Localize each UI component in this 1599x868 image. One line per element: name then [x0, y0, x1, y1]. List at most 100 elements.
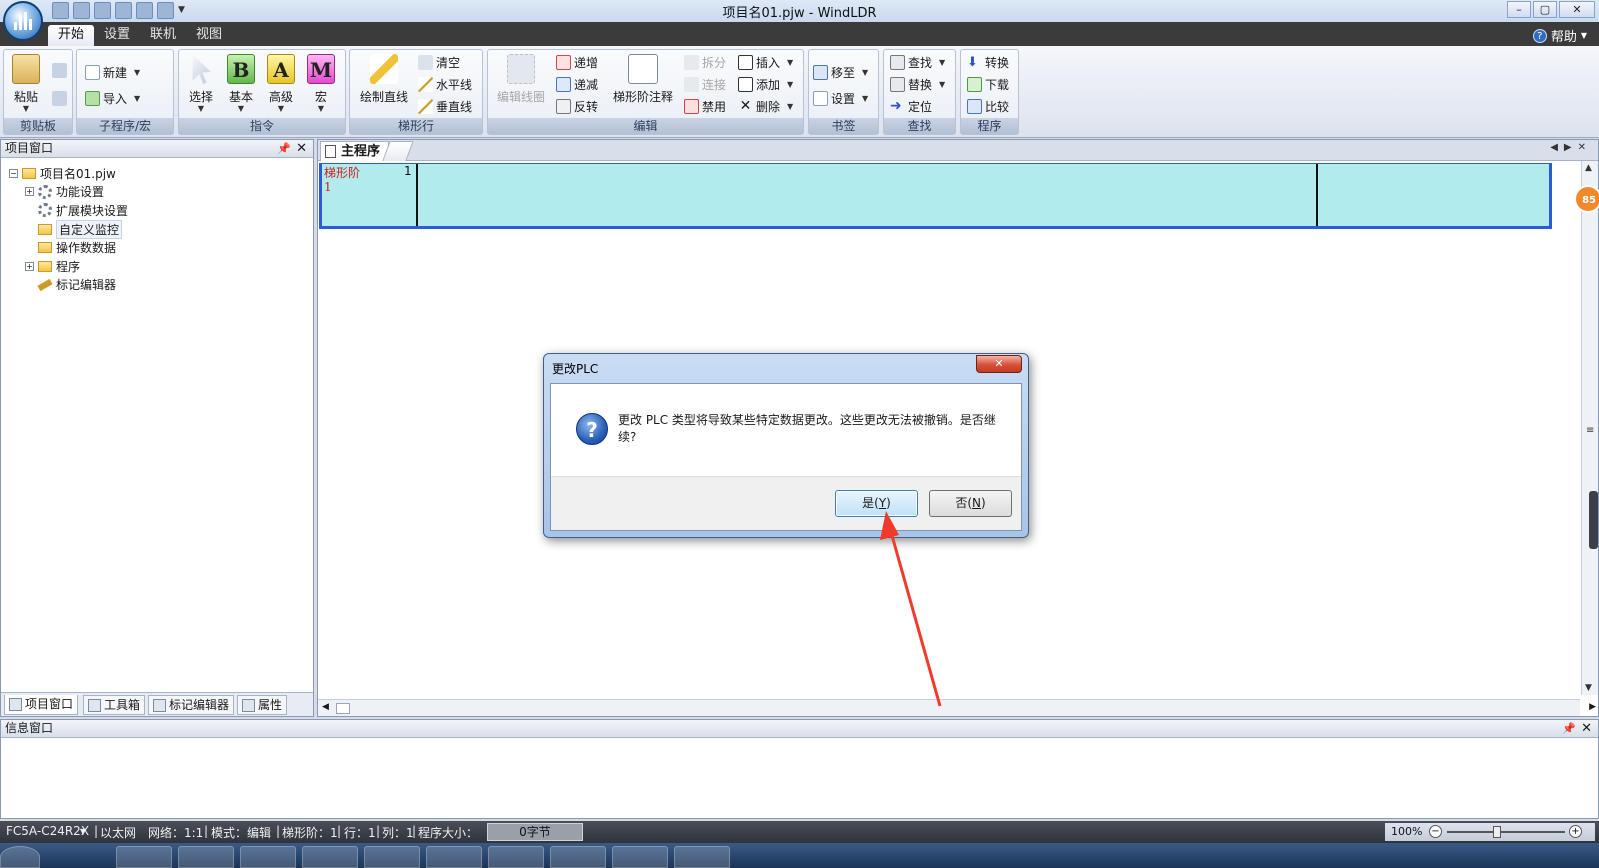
zoom-slider-track[interactable]: [1447, 831, 1565, 833]
status-plc-type[interactable]: FC5A-C24R2X: [6, 824, 89, 838]
import-label: 导入: [103, 91, 128, 106]
replace-button[interactable]: 替换 ▼: [890, 74, 945, 94]
tree-node-tag-editor[interactable]: 标记编辑器: [9, 276, 128, 295]
gear-icon: [38, 203, 52, 218]
tree-node-project[interactable]: − 项目名01.pjw: [9, 164, 128, 183]
taskbar-item[interactable]: [240, 846, 296, 868]
hline-button[interactable]: 水平线: [418, 74, 472, 94]
taskbar-item[interactable]: [674, 846, 730, 868]
increment-button[interactable]: 递增: [556, 52, 598, 72]
macro-button[interactable]: M 宏 ▼: [301, 54, 341, 116]
tree-node-expansion-settings[interactable]: 扩展模块设置: [9, 201, 128, 220]
expand-icon[interactable]: +: [25, 187, 34, 197]
tab-tag-editor[interactable]: 标记编辑器: [148, 695, 235, 715]
decrement-icon: [556, 76, 571, 92]
taskbar-item[interactable]: [364, 846, 420, 868]
bookmark-set-button[interactable]: 设置 ▼: [813, 88, 868, 108]
cut-button[interactable]: [52, 60, 67, 80]
close-pane-icon[interactable]: ✕: [1581, 720, 1592, 737]
clear-button[interactable]: 清空: [418, 52, 460, 72]
join-button[interactable]: 连接: [684, 74, 726, 94]
zoom-in-icon[interactable]: +: [1569, 825, 1582, 838]
add-button[interactable]: 添加 ▼: [738, 74, 793, 94]
scroll-up-icon[interactable]: ▲: [1585, 163, 1592, 173]
tab-main-program[interactable]: 主程序: [320, 141, 390, 161]
paste-button[interactable]: 粘贴 ▼: [6, 54, 46, 116]
expand-icon[interactable]: +: [25, 261, 34, 271]
comment-icon: [628, 54, 658, 84]
advanced-button[interactable]: A 高级 ▼: [261, 54, 301, 116]
tab-properties[interactable]: 属性: [237, 695, 288, 715]
delete-button[interactable]: ✕ 删除 ▼: [738, 96, 794, 116]
tree-node-program[interactable]: + 程序: [9, 257, 128, 276]
no-button[interactable]: 否(N): [929, 490, 1012, 517]
taskbar-item[interactable]: [550, 846, 606, 868]
document-icon: [325, 145, 336, 158]
maximize-button[interactable]: ▢: [1533, 1, 1557, 18]
scroll-down-icon[interactable]: ▼: [1585, 683, 1592, 693]
tab-project-window[interactable]: 项目窗口: [4, 695, 79, 715]
import-button[interactable]: 导入 ▼: [85, 88, 140, 108]
horizontal-scrollbar[interactable]: ◀ ▶: [318, 699, 1596, 716]
scroll-left-icon[interactable]: ◀: [322, 702, 329, 712]
scroll-thumb[interactable]: [1589, 491, 1598, 549]
taskbar-item[interactable]: [116, 846, 172, 868]
help-button[interactable]: ? 帮助 ▼: [1532, 26, 1587, 45]
zoom-out-icon[interactable]: −: [1429, 825, 1442, 838]
taskbar-item[interactable]: [488, 846, 544, 868]
close-button[interactable]: ✕: [1559, 1, 1595, 18]
tab-settings[interactable]: 设置: [94, 25, 140, 46]
new-button[interactable]: 新建 ▼: [85, 62, 140, 82]
app-menu-button[interactable]: [3, 1, 43, 41]
tree-node-operand-data[interactable]: 操作数数据: [9, 238, 128, 257]
basic-button[interactable]: B 基本 ▼: [221, 54, 261, 116]
pin-icon[interactable]: 📌: [1562, 720, 1576, 737]
invert-button[interactable]: 反转: [556, 96, 598, 116]
compare-button[interactable]: 比较: [967, 96, 1009, 116]
vline-button[interactable]: 垂直线: [418, 96, 472, 116]
tree-node-function-settings[interactable]: + 功能设置: [9, 183, 128, 202]
group-edit: 编辑线圈 递增 递减 反转 梯形阶注释 拆分 连接 禁用 插入 ▼ 添加 ▼ ✕ 删除…: [487, 49, 804, 135]
goto-button[interactable]: ➜ 定位: [890, 96, 932, 116]
download-button[interactable]: 下载: [967, 74, 1009, 94]
insert-button[interactable]: 插入 ▼: [738, 52, 793, 72]
scroll-right-icon[interactable]: ▶: [1589, 702, 1596, 712]
pin-icon[interactable]: 📌: [277, 140, 291, 157]
bookmark-move-button[interactable]: 移至 ▼: [813, 62, 868, 82]
tab-online[interactable]: 联机: [140, 25, 186, 46]
taskbar-item[interactable]: [426, 846, 482, 868]
hscroll-thumb[interactable]: [336, 703, 350, 714]
taskbar-item[interactable]: [178, 846, 234, 868]
floating-badge[interactable]: 85: [1574, 185, 1599, 213]
close-pane-icon[interactable]: ✕: [296, 140, 307, 157]
collapse-icon[interactable]: −: [9, 168, 18, 178]
select-button[interactable]: 选择 ▼: [181, 54, 221, 116]
draw-line-button[interactable]: 绘制直线: [356, 54, 412, 116]
split-button[interactable]: 拆分: [684, 52, 726, 72]
ladder-rung[interactable]: 梯形阶 1 1: [319, 163, 1552, 229]
vertical-scrollbar[interactable]: ▲ ≡ ▼: [1581, 161, 1598, 695]
rung-comment-button[interactable]: 梯形阶注释: [610, 54, 676, 116]
taskbar-item[interactable]: [612, 846, 668, 868]
plc-dropdown-icon[interactable]: ▼: [80, 827, 86, 836]
dialog-close-button[interactable]: ✕: [976, 355, 1022, 373]
tab-toolbox[interactable]: 工具箱: [83, 695, 146, 715]
convert-button[interactable]: ⬇ 转换: [967, 52, 1009, 72]
decrement-button[interactable]: 递减: [556, 74, 598, 94]
status-divider: |: [204, 824, 209, 838]
tree-node-custom-monitor[interactable]: 自定义监控: [9, 219, 128, 239]
minimize-button[interactable]: –: [1507, 1, 1531, 18]
start-button[interactable]: [0, 846, 40, 868]
tab-view[interactable]: 视图: [186, 25, 232, 46]
macro-dropdown-icon: ▼: [317, 104, 325, 113]
copy-button[interactable]: [52, 88, 67, 108]
window-title: 项目名01.pjw - WindLDR: [722, 6, 877, 21]
tab-home[interactable]: 开始: [48, 25, 95, 46]
tab-nav-controls[interactable]: ◀▶✕: [1550, 142, 1592, 153]
zoom-slider-thumb[interactable]: [1493, 826, 1501, 838]
find-button[interactable]: 查找 ▼: [890, 52, 945, 72]
disable-button[interactable]: 禁用: [684, 96, 726, 116]
edit-coil-button[interactable]: 编辑线圈: [494, 54, 548, 116]
taskbar-item[interactable]: [302, 846, 358, 868]
yes-button[interactable]: 是(Y): [835, 490, 918, 517]
